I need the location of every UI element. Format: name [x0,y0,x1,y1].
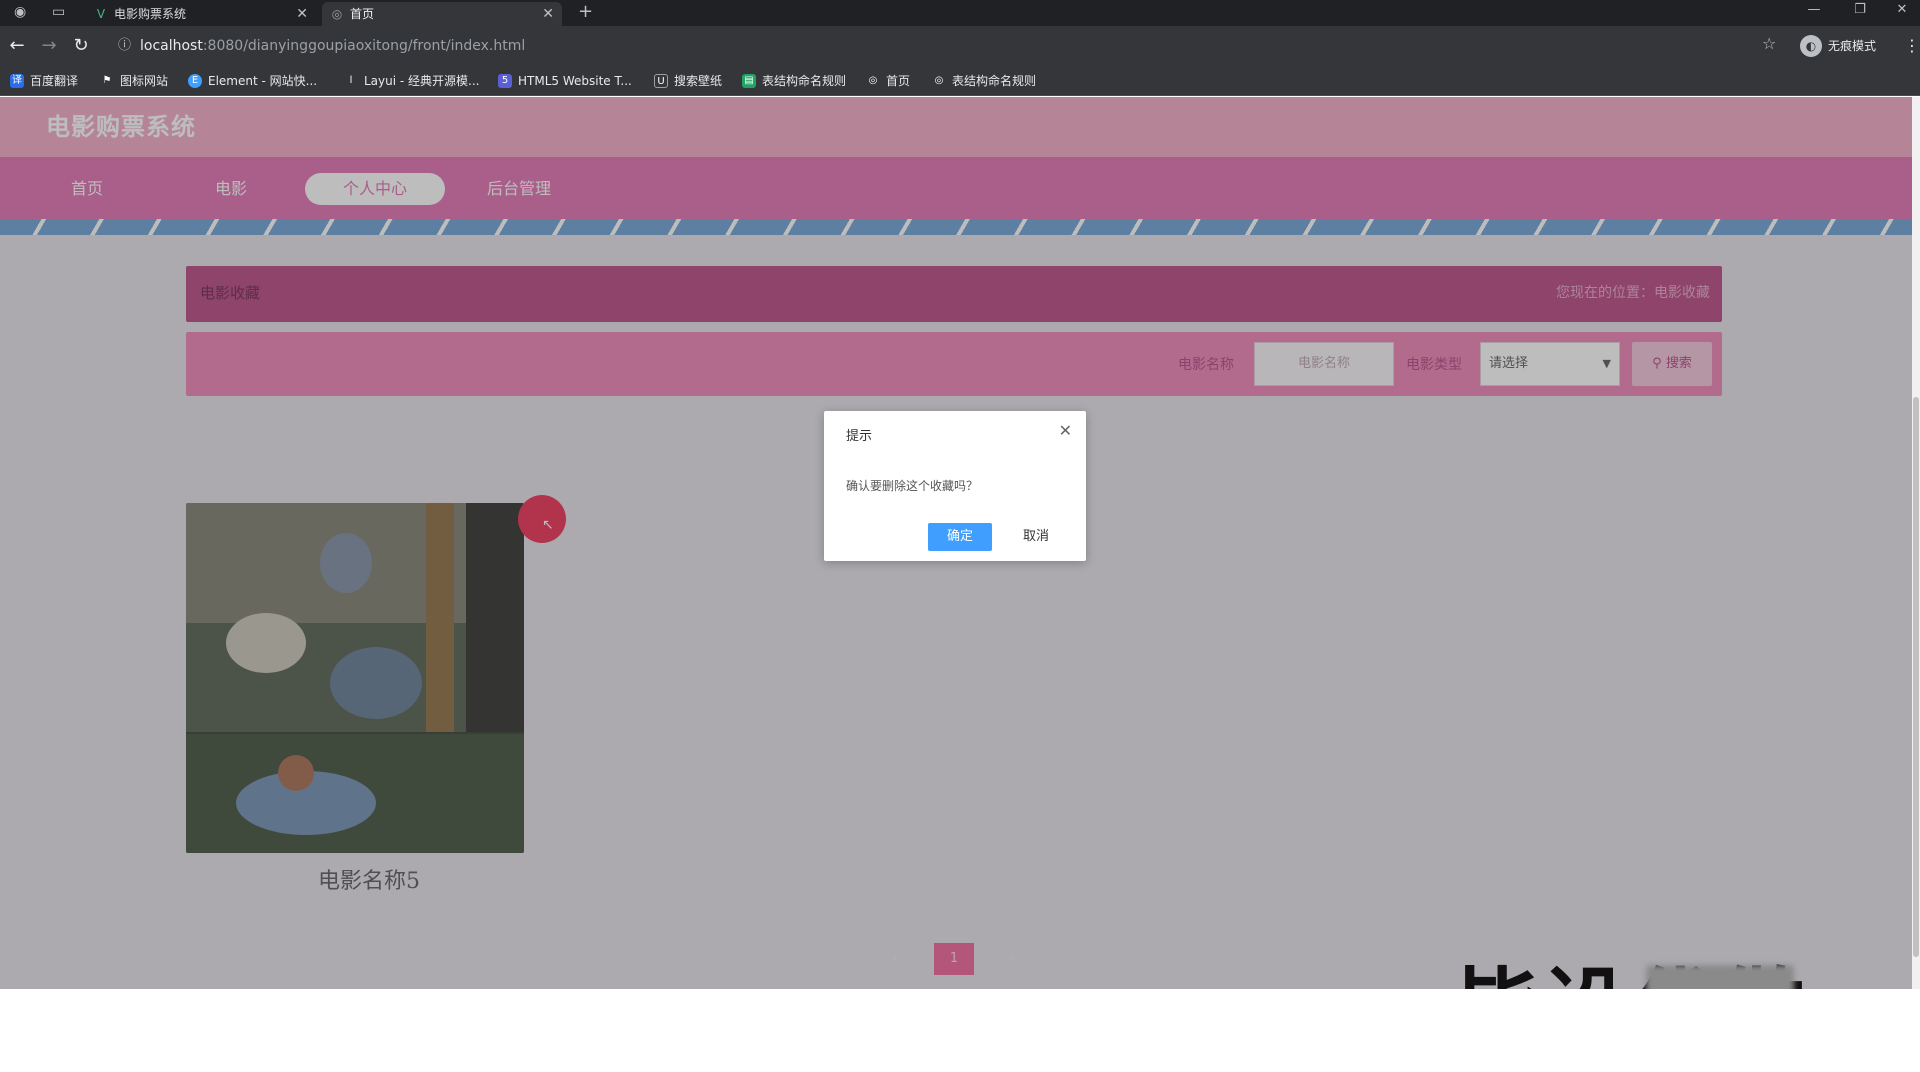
dialog-message: 确认要删除这个收藏吗？ [846,479,979,493]
bookmark-item[interactable]: ◎ 首页 [866,72,910,90]
close-tab-icon[interactable]: ✕ [542,2,554,26]
browser-tab-1[interactable]: V 电影购票系统 ✕ [86,2,316,26]
minimize-icon[interactable]: — [1796,0,1832,20]
watermark-blur [1646,965,1794,989]
translate-icon: 译 [10,74,24,88]
profile-button[interactable]: ◐ 无痕模式 [1800,34,1876,58]
page-scrollbar[interactable] [1912,97,1920,989]
browser-tab-1-title: 电影购票系统 [114,7,187,21]
globe-icon: ◎ [932,74,946,88]
incognito-icon: ◐ [1800,35,1822,57]
browser-tab-2-title: 首页 [350,7,375,21]
bookmark-label: 百度翻译 [30,74,79,88]
tab-search-icon[interactable]: ▭ [52,2,65,22]
site-info-icon[interactable]: ⓘ [118,33,131,59]
close-tab-icon[interactable]: ✕ [296,2,308,26]
bookmark-item[interactable]: 译 百度翻译 [10,72,78,90]
web-page: 电影购票系统 首页 电影 个人中心 后台管理 电影收藏 您现在的位置：电影收藏 … [0,97,1912,989]
dialog-title: 提示 [846,429,873,444]
restore-icon[interactable]: ❐ [1842,0,1878,20]
bookmark-label: 表结构命名规则 [952,74,1037,88]
bookmark-label: 搜索壁纸 [674,74,723,88]
globe-icon: ◎ [331,7,343,21]
close-icon[interactable]: ✕ [1059,421,1072,440]
browser-menu-icon[interactable]: ⋮ [1904,36,1920,55]
page-footer-area [0,989,1920,1072]
confirm-dialog: 提示 ✕ 确认要删除这个收藏吗？ 确定 取消 [824,411,1086,561]
bookmark-item[interactable]: 5 HTML5 Website T... [498,72,632,90]
reload-icon[interactable]: ↻ [70,35,92,57]
wallpaper-icon: U [654,74,668,88]
globe-icon: ◎ [866,74,880,88]
bookmark-label: 表结构命名规则 [762,74,847,88]
browser-logo-icon: ◉ [14,4,27,20]
back-icon[interactable]: ← [6,35,28,57]
new-tab-icon[interactable]: + [578,2,593,22]
close-window-icon[interactable]: ✕ [1884,0,1920,20]
bookmark-label: Layui - 经典开源模... [364,74,480,88]
bookmark-label: 首页 [886,74,911,88]
screen: { "browser": { "tabs": [ {"title": "电影购票… [0,0,1920,1072]
bookmark-item[interactable]: l Layui - 经典开源模... [344,72,479,90]
bookmark-star-icon[interactable]: ☆ [1762,34,1776,53]
confirm-button[interactable]: 确定 [928,523,992,551]
scrollbar-thumb[interactable] [1913,397,1919,957]
bookmarks-bar: 译 百度翻译 ⚑ 图标网站 E Element - 网站快... l Layui… [0,66,1920,96]
layui-icon: l [344,74,358,88]
bookmark-item[interactable]: E Element - 网站快... [188,72,317,90]
sheet-icon: ▤ [742,74,756,88]
browser-tab-2[interactable]: ◎ 首页 ✕ [322,2,562,26]
bookmark-label: 图标网站 [120,74,169,88]
url-path: :8080/dianyinggoupiaoxitong/front/index.… [202,38,526,54]
bookmark-item[interactable]: ⚑ 图标网站 [100,72,168,90]
html5-icon: 5 [498,74,512,88]
browser-tabstrip: ◉ ▭ V 电影购票系统 ✕ ◎ 首页 ✕ + — ❐ ✕ [0,0,1920,26]
bookmark-item[interactable]: ◎ 表结构命名规则 [932,72,1036,90]
bookmark-label: HTML5 Website T... [518,74,632,88]
url-field[interactable]: ⓘ localhost:8080/dianyinggoupiaoxitong/f… [112,33,1742,59]
bookmark-item[interactable]: ▤ 表结构命名规则 [742,72,846,90]
address-bar-row: ← → ↻ ⓘ localhost:8080/dianyinggoupiaoxi… [0,26,1920,66]
bookmark-label: Element - 网站快... [208,74,318,88]
cancel-button[interactable]: 取消 [1008,523,1064,551]
profile-label: 无痕模式 [1828,39,1877,53]
element-icon: E [188,74,202,88]
vue-logo-icon: V [96,7,106,21]
bookmark-item[interactable]: U 搜索壁纸 [654,72,722,90]
flag-icon: ⚑ [100,74,114,88]
url-host: localhost [140,38,203,54]
forward-icon[interactable]: → [38,35,60,57]
